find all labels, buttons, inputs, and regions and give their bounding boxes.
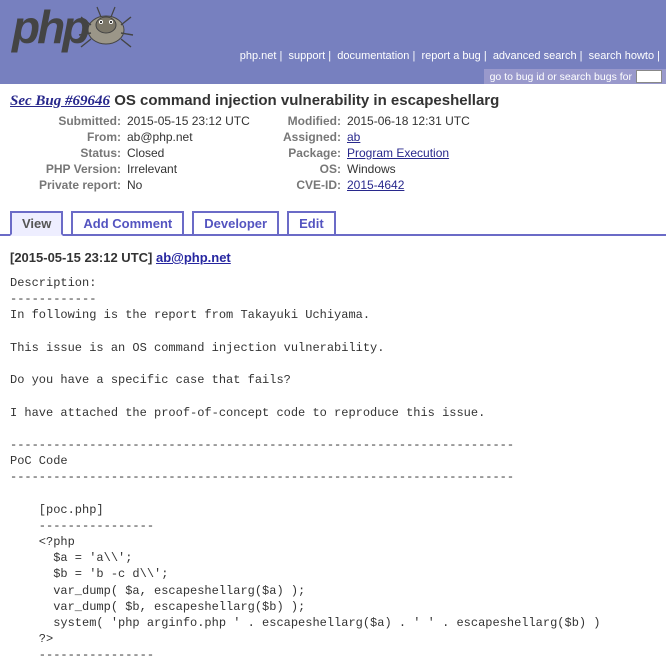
bug-title-line: Sec Bug #69646 OS command injection vuln… [10,92,656,110]
value-modified: 2015-06-18 12:31 UTC [344,113,650,129]
tab-developer[interactable]: Developer [192,211,279,236]
nav-report-a-bug[interactable]: report a bug [421,50,480,62]
value-assigned-link[interactable]: ab [347,130,360,144]
nav-phpnet[interactable]: php.net [240,50,277,62]
value-phpver: Irrelevant [124,161,268,177]
label-modified: Modified: [268,113,344,129]
label-os: OS: [268,161,344,177]
tab-bar: View Add Comment Developer Edit [0,211,666,236]
comment-body: Description: ------------ In following i… [10,275,656,664]
value-package-link[interactable]: Program Execution [347,146,449,160]
label-assigned: Assigned: [268,129,344,145]
bug-icon [79,3,137,51]
comment-timestamp: [2015-05-15 23:12 UTC] [10,250,152,265]
tab-add-comment[interactable]: Add Comment [71,211,184,236]
logo[interactable]: php [12,0,137,54]
label-submitted: Submitted: [10,113,124,129]
bug-id-link[interactable]: Sec Bug #69646 [10,93,110,109]
bug-title-text: OS command injection vulnerability in es… [114,92,499,109]
search-label: go to bug id or search bugs for [490,71,632,83]
search-input[interactable] [636,70,662,83]
nav-documentation[interactable]: documentation [337,50,409,62]
search-bar: go to bug id or search bugs for [484,69,666,84]
tab-view[interactable]: View [10,211,63,236]
label-status: Status: [10,145,124,161]
site-header: php php.net | support | documentation | … [0,0,666,84]
nav-advanced-search[interactable]: advanced search [493,50,577,62]
value-cve-link[interactable]: 2015-4642 [347,178,404,192]
label-private: Private report: [10,177,124,193]
top-nav: php.net | support | documentation | repo… [240,50,660,62]
tab-edit[interactable]: Edit [287,211,336,236]
nav-support[interactable]: support [288,50,325,62]
value-private: No [124,177,268,193]
label-from: From: [10,129,124,145]
value-os: Windows [344,161,650,177]
bug-meta-table: Submitted: 2015-05-15 23:12 UTC Modified… [10,113,650,193]
label-package: Package: [268,145,344,161]
value-submitted: 2015-05-15 23:12 UTC [124,113,268,129]
comment-author-link[interactable]: ab@php.net [156,250,231,265]
comment-block: [2015-05-15 23:12 UTC] ab@php.net Descri… [10,250,656,664]
bug-content: Sec Bug #69646 OS command injection vuln… [0,84,666,199]
nav-search-howto[interactable]: search howto [589,50,654,62]
value-status: Closed [124,145,268,161]
value-from: ab@php.net [124,129,268,145]
label-cve: CVE-ID: [268,177,344,193]
label-phpver: PHP Version: [10,161,124,177]
